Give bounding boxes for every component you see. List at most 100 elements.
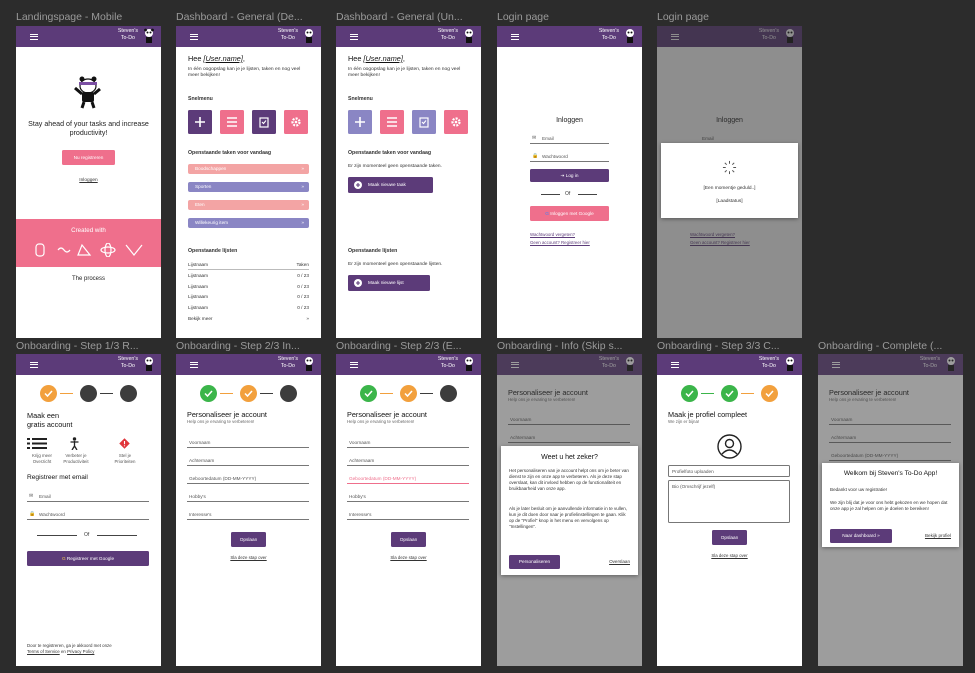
- bio-textarea[interactable]: Bio (Omschrijf jezelf): [668, 480, 790, 523]
- step-connector: [380, 393, 393, 394]
- lists-table-header: Lijstnaam Taken: [188, 262, 309, 267]
- greeting: Hee [User.name],: [188, 54, 245, 63]
- dashboard-intro: In één oogopslag kan je je lijsten, take…: [348, 67, 461, 79]
- hamburger-menu-icon[interactable]: [190, 34, 198, 40]
- quick-menu-title: Snelmenu: [348, 96, 373, 102]
- frame-label-dashboard-empty: Dashboard - General (Un...: [336, 11, 463, 23]
- login-button[interactable]: ⇥ Log in: [530, 169, 609, 182]
- step-2-current: [240, 385, 257, 402]
- personalize-subtitle: Help ons je ervaring te verbeteren!: [187, 419, 255, 424]
- hobbies-field[interactable]: Hobby's: [187, 491, 309, 502]
- or-label: Of: [565, 191, 571, 197]
- quick-tasks-button[interactable]: [252, 110, 276, 134]
- password-field[interactable]: 🔒 Wachtwoord: [530, 151, 609, 162]
- interests-field[interactable]: Interesse's: [347, 509, 469, 520]
- see-more-link[interactable]: Bekijk meer»: [188, 316, 309, 321]
- new-list-button[interactable]: Maak nieuwe lijst: [348, 275, 430, 291]
- task-label: Boodschappen: [195, 166, 227, 171]
- brand-name: Steven'sTo-Do: [437, 356, 458, 369]
- last-name-field[interactable]: Achternaam: [187, 455, 309, 466]
- view-profile-link[interactable]: Bekijk profiel: [925, 533, 951, 539]
- quick-add-button[interactable]: [188, 110, 212, 134]
- email-field[interactable]: ✉ Email: [27, 491, 149, 502]
- list-row[interactable]: Lijstnaam 0 / 23: [188, 294, 309, 299]
- productivity-person-icon: [70, 437, 79, 450]
- birthdate-field[interactable]: Geboortedatum (DD-MM-YYYY): [187, 473, 309, 484]
- last-name-field[interactable]: Achternaam: [347, 455, 469, 466]
- quick-add-button[interactable]: [348, 110, 372, 134]
- quick-list-button[interactable]: [380, 110, 404, 134]
- task-label: Eten: [195, 202, 205, 207]
- hamburger-menu-icon[interactable]: [30, 362, 38, 368]
- forgot-password-link[interactable]: Wachtwoord vergeten?: [530, 232, 575, 238]
- register-now-button[interactable]: Nu registreren: [62, 150, 115, 165]
- quick-tasks-button[interactable]: [412, 110, 436, 134]
- skip-link[interactable]: Sla deze stap over: [336, 555, 481, 561]
- quick-menu-title: Snelmenu: [188, 96, 213, 102]
- frame-label-onboarding-1: Onboarding - Step 1/3 R...: [16, 340, 139, 352]
- panda-mascot-icon: [305, 357, 313, 371]
- terms-link[interactable]: Terms of Service: [27, 649, 60, 654]
- register-link[interactable]: Geen account? Registreer hier: [530, 240, 590, 246]
- list-row[interactable]: Lijstnaam 0 / 23: [188, 273, 309, 278]
- frame-label-landing: Landingspage - Mobile: [16, 11, 123, 23]
- first-name-field[interactable]: Voornaam: [347, 437, 469, 448]
- interests-field[interactable]: Interesse's: [187, 509, 309, 520]
- app-header: Steven'sTo-Do: [16, 354, 161, 375]
- save-button[interactable]: Opslaan: [391, 532, 426, 547]
- task-label: Sporten: [195, 184, 212, 189]
- personalize-button[interactable]: Personaliseren: [509, 555, 560, 569]
- email-field[interactable]: ✉ Email: [530, 133, 609, 144]
- created-with-banner: Created with: [16, 219, 161, 267]
- list-row[interactable]: Lijstnaam 0 / 23: [188, 305, 309, 310]
- profile-subtitle: We zijn er bijna!: [668, 419, 700, 424]
- quick-settings-button[interactable]: [444, 110, 468, 134]
- task-pill[interactable]: Sporten »: [188, 182, 309, 192]
- mail-icon: ✉: [532, 135, 537, 141]
- frame-landing: Steven's To-Do Stay ahead of your tasks a…: [16, 26, 161, 338]
- first-name-field[interactable]: Voornaam: [187, 437, 309, 448]
- skip-button[interactable]: Overslaan: [609, 559, 630, 565]
- check-icon: [765, 390, 774, 398]
- task-pill[interactable]: Boodschappen »: [188, 164, 309, 174]
- new-task-button[interactable]: Maak nieuwe taak: [348, 177, 433, 193]
- hamburger-menu-icon[interactable]: [30, 34, 38, 40]
- app-header: Steven'sTo-Do: [336, 354, 481, 375]
- brand-name: Steven'sTo-Do: [117, 28, 138, 41]
- hamburger-menu-icon[interactable]: [671, 362, 679, 368]
- task-pill[interactable]: Eten »: [188, 200, 309, 210]
- hobbies-field[interactable]: Hobby's: [347, 491, 469, 502]
- hamburger-menu-icon[interactable]: [350, 34, 358, 40]
- list-row[interactable]: Lijstnaam 0 / 23: [188, 284, 309, 289]
- step-1-done: [360, 385, 377, 402]
- quick-settings-button[interactable]: [284, 110, 308, 134]
- step-2-done: [721, 385, 738, 402]
- brand-name: Steven'sTo-Do: [117, 356, 138, 369]
- skip-link[interactable]: Sla deze stap over: [657, 553, 802, 559]
- list-count: 0 / 23: [297, 283, 309, 289]
- hamburger-menu-icon[interactable]: [190, 362, 198, 368]
- panda-mascot-icon: [144, 28, 154, 43]
- frame-label-login: Login page: [497, 11, 549, 23]
- frame-label-onboarding-complete: Onboarding - Complete (...: [818, 340, 943, 352]
- google-login-button[interactable]: G Inloggen met Google: [530, 206, 609, 221]
- save-button[interactable]: Opslaan: [231, 532, 266, 547]
- skip-link[interactable]: Sla deze stap over: [176, 555, 321, 561]
- onboarding-title: Maak een gratis account: [27, 411, 73, 430]
- modal-title: Weet u het zeker?: [541, 454, 598, 461]
- privacy-link[interactable]: Privacy Policy: [67, 649, 94, 654]
- panda-mascot-icon: [626, 29, 634, 43]
- upload-photo-button[interactable]: Profielfoto uploaden: [668, 465, 790, 477]
- password-field[interactable]: 🔒 Wachtwoord: [27, 509, 149, 520]
- quick-list-button[interactable]: [220, 110, 244, 134]
- birthdate-field-error[interactable]: Geboortedatum (DD-MM-YYYY): [347, 473, 469, 484]
- hamburger-menu-icon[interactable]: [511, 34, 519, 40]
- google-register-button[interactable]: G Registreer met Google: [27, 551, 149, 566]
- task-pill[interactable]: Willekeurig item »: [188, 218, 309, 228]
- save-button[interactable]: Opslaan: [712, 530, 747, 545]
- to-dashboard-button[interactable]: Naar dashboard »: [830, 529, 892, 543]
- frame-login: Steven's To-Do Inloggen ✉ Email 🔒 Wachtwoor…: [497, 26, 642, 338]
- hamburger-menu-icon[interactable]: [350, 362, 358, 368]
- login-link[interactable]: Inloggen: [16, 178, 161, 184]
- list-count: 0 / 23: [297, 273, 309, 278]
